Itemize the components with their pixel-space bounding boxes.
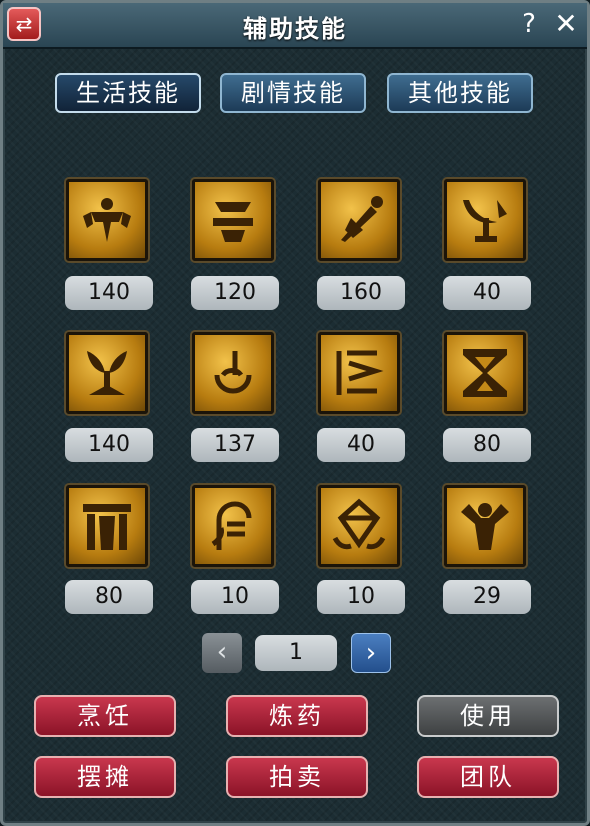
page-number: 1: [255, 635, 337, 671]
cook-button[interactable]: 烹饪: [34, 695, 176, 737]
skill-level: 137: [191, 428, 279, 462]
pillars-icon[interactable]: [66, 485, 148, 567]
skill-level: 160: [317, 276, 405, 310]
warrior-icon[interactable]: [66, 179, 148, 261]
skill-window: ⇄ 辅助技能 ? ✕ 生活技能 剧情技能 其他技能 140 120 160 40…: [0, 0, 590, 826]
auction-button[interactable]: 拍卖: [226, 756, 368, 798]
moon-axe-icon[interactable]: [444, 179, 526, 261]
skill-level: 29: [443, 580, 531, 614]
use-button[interactable]: 使用: [417, 695, 559, 737]
skill-level: 40: [443, 276, 531, 310]
prev-page-button[interactable]: ‹: [202, 633, 242, 673]
skill-level: 80: [65, 580, 153, 614]
tab-other-skills[interactable]: 其他技能: [387, 73, 533, 113]
maiden-icon[interactable]: [192, 485, 274, 567]
skill-level: 10: [191, 580, 279, 614]
team-button[interactable]: 团队: [417, 756, 559, 798]
close-icon[interactable]: ✕: [551, 9, 581, 39]
hourglass-icon[interactable]: [444, 332, 526, 414]
crystal-icon[interactable]: [318, 485, 400, 567]
strongman-icon[interactable]: [444, 485, 526, 567]
tab-story-skills[interactable]: 剧情技能: [220, 73, 366, 113]
skill-level: 40: [317, 428, 405, 462]
alchemy-button[interactable]: 炼药: [226, 695, 368, 737]
skill-level: 10: [317, 580, 405, 614]
help-icon[interactable]: ?: [515, 9, 543, 39]
skill-level: 120: [191, 276, 279, 310]
cauldron-icon[interactable]: [192, 332, 274, 414]
sprout-icon[interactable]: [66, 332, 148, 414]
crafted-helmet-icon[interactable]: [192, 179, 274, 261]
tab-life-skills[interactable]: 生活技能: [55, 73, 201, 113]
dart-icon[interactable]: [318, 179, 400, 261]
skill-level: 140: [65, 276, 153, 310]
skill-level: 80: [443, 428, 531, 462]
stall-button[interactable]: 摆摊: [34, 756, 176, 798]
rune-icon[interactable]: [318, 332, 400, 414]
title-bar[interactable]: ⇄ 辅助技能 ? ✕: [3, 3, 587, 49]
next-page-button[interactable]: ›: [351, 633, 391, 673]
skill-level: 140: [65, 428, 153, 462]
window-title: 辅助技能: [243, 15, 347, 43]
